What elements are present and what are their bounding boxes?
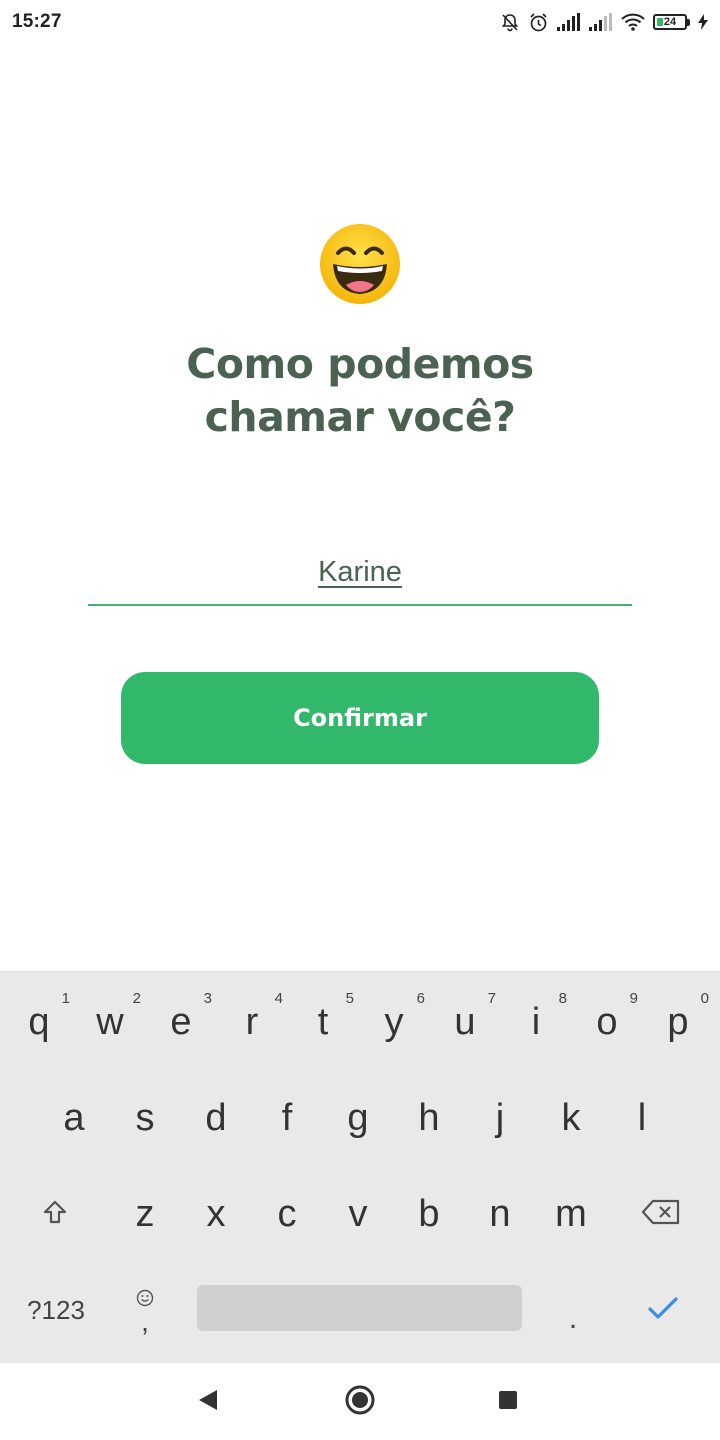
home-button[interactable] [341, 1383, 379, 1421]
key-number-hint: 6 [416, 990, 425, 1007]
shift-arrow-icon [41, 1193, 69, 1236]
key-number-hint: 5 [345, 990, 354, 1007]
page-title: Como podemos chamar você? [0, 338, 720, 444]
wifi-icon [621, 13, 645, 31]
key-n[interactable]: n [465, 1166, 535, 1262]
key-v[interactable]: v [323, 1166, 393, 1262]
key-m[interactable]: m [536, 1166, 606, 1262]
done-key[interactable] [628, 1262, 698, 1358]
grinning-face-emoji-icon [318, 222, 402, 306]
key-x[interactable]: x [181, 1166, 251, 1262]
key-label: q [28, 1000, 50, 1043]
key-w[interactable]: w2 [75, 974, 145, 1070]
status-bar: 15:27 24 [0, 0, 720, 44]
key-label: i [531, 1000, 541, 1043]
signal-icon [557, 13, 581, 31]
key-number-hint: 8 [558, 990, 567, 1007]
key-b[interactable]: b [394, 1166, 464, 1262]
key-r[interactable]: r4 [217, 974, 287, 1070]
status-time: 15:27 [12, 11, 62, 32]
name-input-value: Karine [318, 555, 402, 588]
backspace-key[interactable] [626, 1166, 696, 1262]
comma-label: , [141, 1305, 149, 1337]
signal-icon [589, 13, 613, 31]
back-button[interactable] [189, 1383, 227, 1421]
recents-button[interactable] [489, 1383, 527, 1421]
battery-icon: 24 [653, 14, 690, 30]
key-label: u [454, 1000, 476, 1043]
recents-square-icon [497, 1389, 519, 1416]
alarm-icon [528, 12, 549, 33]
key-number-hint: 7 [487, 990, 496, 1007]
checkmark-icon [647, 1295, 679, 1326]
key-label: o [596, 1000, 618, 1043]
key-label: y [384, 1000, 404, 1043]
key-e[interactable]: e3 [146, 974, 216, 1070]
key-label: w [96, 1000, 124, 1043]
key-g[interactable]: g [323, 1070, 393, 1166]
key-a[interactable]: a [39, 1070, 109, 1166]
navigation-bar [0, 1363, 720, 1440]
emoji-comma-key[interactable]: , [112, 1262, 178, 1358]
title-line-2: chamar você? [204, 393, 516, 441]
key-number-hint: 9 [629, 990, 638, 1007]
key-u[interactable]: u7 [430, 974, 500, 1070]
key-o[interactable]: o9 [572, 974, 642, 1070]
name-input[interactable]: Karine [88, 540, 632, 606]
bell-off-icon [500, 12, 520, 32]
confirm-button[interactable]: Confirmar [121, 672, 599, 764]
key-j[interactable]: j [465, 1070, 535, 1166]
key-h[interactable]: h [394, 1070, 464, 1166]
charging-icon [698, 14, 708, 30]
key-q[interactable]: q1 [4, 974, 74, 1070]
key-z[interactable]: z [110, 1166, 180, 1262]
key-label: t [317, 1000, 329, 1043]
key-number-hint: 4 [274, 990, 283, 1007]
period-key[interactable]: . [540, 1262, 606, 1358]
key-number-hint: 2 [132, 990, 141, 1007]
key-label: r [245, 1000, 259, 1043]
key-number-hint: 3 [203, 990, 212, 1007]
battery-level: 24 [663, 16, 677, 28]
backspace-icon [641, 1193, 681, 1236]
key-i[interactable]: i8 [501, 974, 571, 1070]
key-t[interactable]: t5 [288, 974, 358, 1070]
key-label: e [170, 1000, 192, 1043]
soft-keyboard: q1 w2 e3 r4 t5 y6 u7 i8 o9 p0 a s d f g … [0, 971, 720, 1363]
home-circle-icon [344, 1384, 376, 1421]
shift-key[interactable] [20, 1166, 90, 1262]
symbols-key[interactable]: ?123 [18, 1262, 94, 1358]
key-number-hint: 1 [61, 990, 70, 1007]
key-k[interactable]: k [536, 1070, 606, 1166]
title-line-1: Como podemos [186, 340, 534, 388]
spacebar[interactable] [197, 1285, 522, 1331]
key-f[interactable]: f [252, 1070, 322, 1166]
key-c[interactable]: c [252, 1166, 322, 1262]
key-d[interactable]: d [181, 1070, 251, 1166]
key-label: p [667, 1000, 689, 1043]
key-y[interactable]: y6 [359, 974, 429, 1070]
key-p[interactable]: p0 [643, 974, 713, 1070]
key-l[interactable]: l [607, 1070, 677, 1166]
status-icons: 24 [500, 12, 708, 33]
key-number-hint: 0 [700, 990, 709, 1007]
key-s[interactable]: s [110, 1070, 180, 1166]
back-triangle-icon [197, 1388, 219, 1417]
